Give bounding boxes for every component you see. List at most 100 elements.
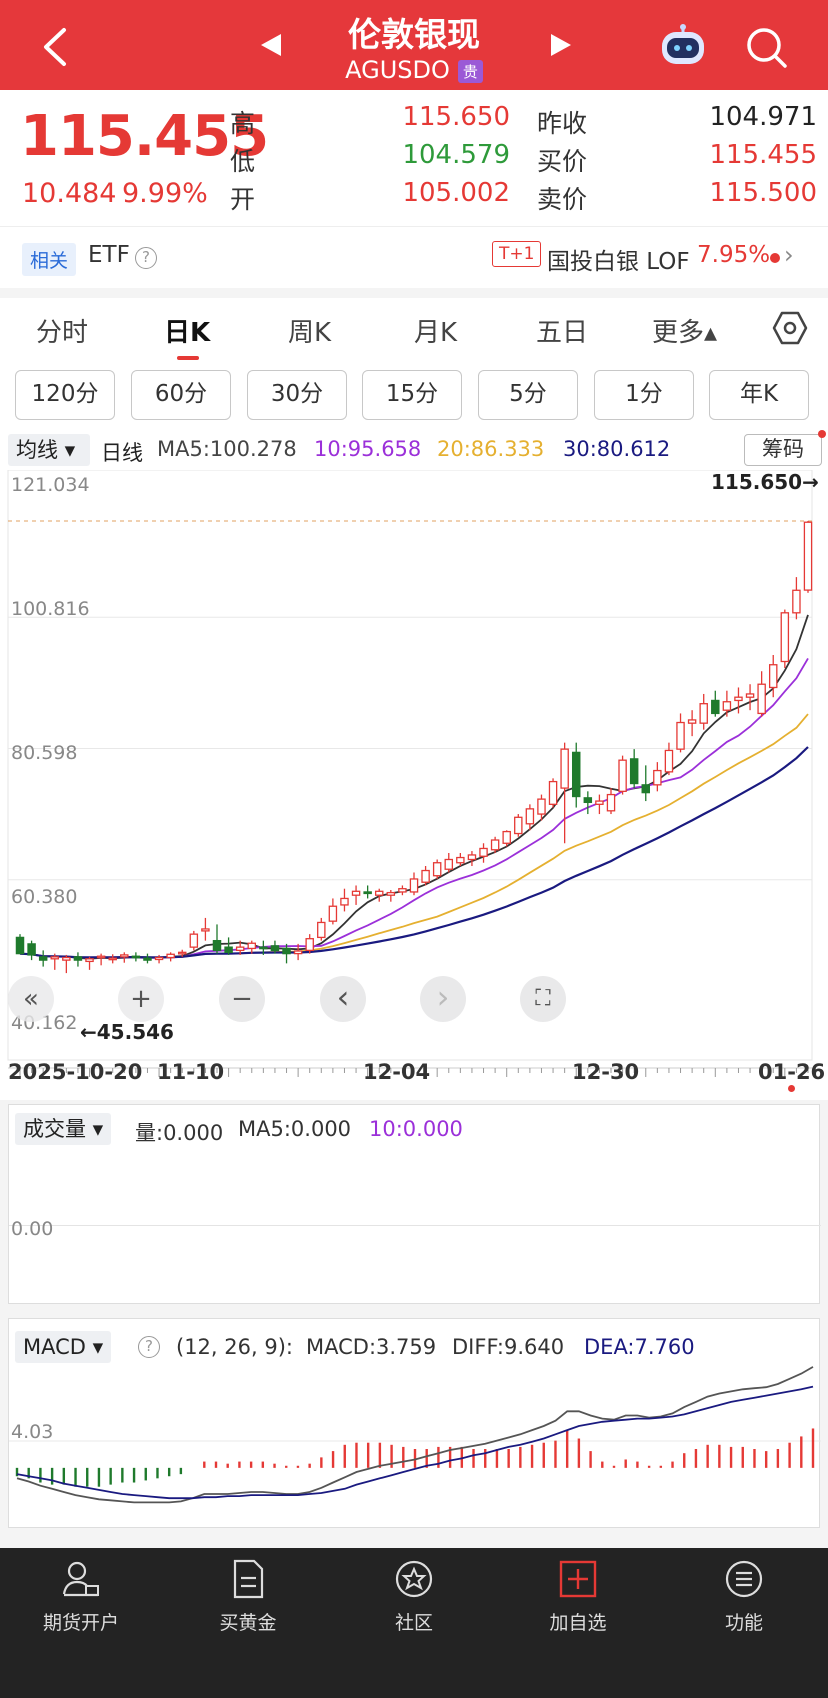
- tab-monthly-k[interactable]: 月K: [414, 312, 457, 349]
- interval-5m[interactable]: 5分: [478, 370, 578, 420]
- current-date-dot: [788, 1085, 795, 1092]
- candle: [374, 888, 384, 902]
- candle: [38, 950, 48, 967]
- prev-instrument-icon[interactable]: [259, 32, 283, 58]
- y-tick-label: 60.380: [11, 886, 78, 908]
- candle: [780, 609, 790, 668]
- candle-body: [421, 869, 430, 883]
- ma10-line: [19, 657, 809, 959]
- interval-year-k[interactable]: 年K: [709, 370, 809, 420]
- macd-selector-dropdown[interactable]: MACD ▾: [15, 1331, 112, 1363]
- candle: [363, 885, 372, 899]
- candle: [108, 954, 117, 964]
- fullscreen-button[interactable]: ⛶: [520, 976, 566, 1022]
- nav-buy-gold[interactable]: 买黄金: [173, 1558, 323, 1635]
- settings-hexagon-icon[interactable]: [772, 310, 808, 346]
- ma-selector-dropdown[interactable]: 均线 ▾: [8, 434, 90, 466]
- tab-five-day[interactable]: 五日: [536, 312, 588, 349]
- candle-body: [177, 951, 187, 955]
- active-tab-indicator: [177, 356, 199, 360]
- candle: [444, 853, 454, 873]
- symbol-code: AGUSDO: [345, 56, 450, 84]
- candle: [189, 930, 199, 951]
- candle: [85, 956, 94, 970]
- search-icon[interactable]: [745, 26, 789, 70]
- macd-value: MACD:3.759: [306, 1335, 437, 1359]
- candle: [653, 762, 662, 792]
- high-value: 115.650: [402, 102, 510, 132]
- candle-body: [201, 928, 210, 932]
- related-etf-label: ETF: [88, 242, 130, 268]
- interval-30m[interactable]: 30分: [247, 370, 347, 420]
- macd-help-icon[interactable]: ?: [138, 1336, 160, 1358]
- tab-intraday[interactable]: 分时: [36, 312, 88, 349]
- low-label: 低: [230, 147, 256, 176]
- candle-body: [293, 950, 303, 955]
- ask-label: 卖价: [537, 185, 588, 214]
- zoom-out-button[interactable]: −: [219, 976, 265, 1022]
- candle: [62, 954, 71, 974]
- help-icon[interactable]: ?: [135, 247, 157, 269]
- rewind-button[interactable]: «: [8, 976, 54, 1022]
- x-tick-label: 11-10: [157, 1060, 225, 1084]
- volume-ma5: MA5:0.000: [238, 1117, 352, 1141]
- interval-15m[interactable]: 15分: [362, 370, 462, 420]
- candle: [722, 690, 732, 717]
- bottom-nav: 期货开户 买黄金 社区 加自选 功能: [0, 1548, 828, 1698]
- related-tag: 相关: [22, 243, 77, 276]
- candle-body: [50, 956, 60, 960]
- candle-body: [803, 521, 813, 591]
- account-icon: [62, 1561, 99, 1597]
- interval-1m[interactable]: 1分: [594, 370, 694, 420]
- related-fund-name[interactable]: 国投白银 LOF: [547, 242, 690, 276]
- candle-body: [757, 683, 766, 715]
- interval-60m[interactable]: 60分: [131, 370, 231, 420]
- interval-120m[interactable]: 120分: [15, 370, 115, 420]
- candle-body: [270, 945, 280, 952]
- tab-weekly-k[interactable]: 周K: [288, 312, 331, 349]
- nav-futures-account[interactable]: 期货开户: [6, 1558, 156, 1635]
- tab-more[interactable]: 更多▴: [652, 312, 717, 349]
- candle: [224, 937, 233, 955]
- scroll-right-button[interactable]: ›: [420, 976, 466, 1022]
- candle-body: [224, 946, 233, 953]
- related-bar[interactable]: 相关 ETF ? T+1 国投白银 LOF 7.95% ›: [0, 226, 828, 288]
- candle-body: [444, 858, 454, 870]
- nav-community[interactable]: 社区: [339, 1558, 489, 1635]
- candle-body: [351, 890, 361, 896]
- line-type-label: 日线: [101, 441, 143, 465]
- open-value: 105.002: [402, 178, 510, 208]
- chip-distribution-button[interactable]: 筹码: [744, 434, 822, 466]
- scroll-left-button[interactable]: ‹: [320, 976, 366, 1022]
- chevron-right-icon[interactable]: ›: [784, 241, 794, 269]
- period-tabs: 分时 日K 周K 月K 五日 更多▴: [0, 298, 828, 366]
- t1-badge: T+1: [492, 241, 542, 267]
- candle-body: [467, 854, 477, 861]
- macd-chart[interactable]: MACD ▾ ? (12, 26, 9): MACD:3.759 DIFF:9.…: [8, 1318, 821, 1528]
- candle: [571, 742, 581, 808]
- y-tick-label: 100.816: [11, 598, 90, 620]
- candle-body: [166, 953, 175, 959]
- candle-body: [745, 693, 755, 698]
- kline-chart-panel[interactable]: 均线 ▾ 日线 MA5:100.278 10:95.658 20:86.333 …: [0, 430, 828, 1100]
- nav-functions[interactable]: 功能: [669, 1558, 819, 1635]
- zoom-in-button[interactable]: +: [118, 976, 164, 1022]
- candle-body: [15, 936, 25, 955]
- candle-body: [734, 696, 743, 702]
- candle-body: [687, 719, 697, 724]
- candle: [676, 713, 685, 753]
- next-instrument-icon[interactable]: [549, 32, 573, 58]
- candle-body: [305, 938, 314, 952]
- open-label: 开: [230, 185, 256, 214]
- candle-body: [27, 943, 36, 956]
- tab-daily-k[interactable]: 日K: [164, 312, 210, 349]
- candle-body: [699, 703, 708, 724]
- volume-chart[interactable]: 成交量 ▾ 量:0.000 MA5:0.000 10:0.000 0.00: [8, 1104, 821, 1304]
- volume-selector-dropdown[interactable]: 成交量 ▾: [15, 1113, 112, 1145]
- nav-add-watchlist[interactable]: 加自选: [503, 1558, 653, 1635]
- candle-body: [386, 891, 396, 896]
- candle: [340, 888, 349, 912]
- robot-assistant-icon[interactable]: [658, 24, 708, 68]
- ask-value: 115.500: [709, 178, 817, 208]
- candle: [583, 791, 593, 815]
